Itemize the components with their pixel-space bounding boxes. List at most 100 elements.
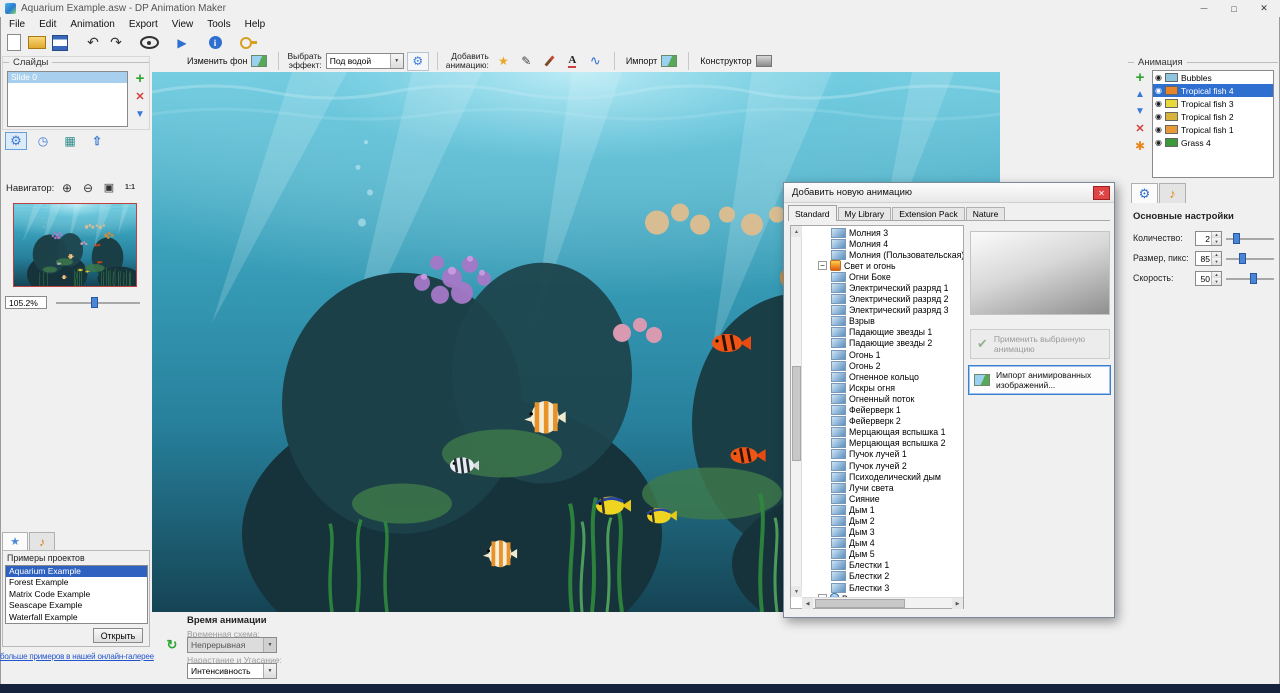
tree-item[interactable]: Дым 2 <box>802 515 963 526</box>
zoom-in-icon[interactable] <box>58 180 76 195</box>
tree-item[interactable]: Свет и огонь <box>802 260 963 271</box>
wave-icon[interactable] <box>585 52 606 71</box>
animation-layer[interactable]: Tropical fish 2 <box>1153 110 1273 123</box>
tree-item[interactable]: Огненное кольцо <box>802 371 963 382</box>
gap[interactable] <box>129 33 136 52</box>
effect-settings-button[interactable] <box>407 52 429 71</box>
delete-slide-icon[interactable] <box>132 89 148 104</box>
examples-tab[interactable] <box>2 532 28 550</box>
add-animation-icon[interactable] <box>493 52 514 71</box>
effect-select[interactable]: Под водой <box>326 53 404 69</box>
dialog-tab[interactable]: Standard <box>788 205 837 221</box>
change-background-button[interactable]: Изменить фон <box>184 54 270 68</box>
tree-item[interactable]: Электрический разряд 2 <box>802 294 963 305</box>
setting-slider-handle[interactable] <box>1250 273 1257 284</box>
open-example-button[interactable]: Открыть <box>93 628 143 643</box>
horizontal-scroll-thumb[interactable] <box>815 599 905 608</box>
menu-item[interactable]: File <box>2 19 32 30</box>
tree-item[interactable]: Молния 3 <box>802 227 963 238</box>
tree-item[interactable]: Дым 1 <box>802 504 963 515</box>
setting-slider-handle[interactable] <box>1233 233 1240 244</box>
tree-item[interactable]: Огни Боке <box>802 271 963 282</box>
menu-item[interactable]: Help <box>238 19 273 30</box>
zoom-slider-handle[interactable] <box>91 297 98 308</box>
example-item[interactable]: Aquarium Example <box>6 566 147 577</box>
gap[interactable] <box>73 33 80 52</box>
setting-spinner[interactable]: 85 <box>1195 251 1222 266</box>
tree-item[interactable]: Огненный поток <box>802 393 963 404</box>
add-slide-icon[interactable] <box>132 71 148 86</box>
delete-layer-icon[interactable] <box>1132 121 1148 136</box>
visibility-eye-icon[interactable] <box>1155 126 1162 134</box>
setting-slider-handle[interactable] <box>1239 253 1246 264</box>
setting-slider[interactable] <box>1226 252 1274 265</box>
chevron-down-icon[interactable] <box>390 54 403 68</box>
tree-item[interactable]: Сияние <box>802 493 963 504</box>
tree-vertical-scrollbar[interactable] <box>791 226 802 597</box>
slide-item[interactable]: Slide 0 <box>8 72 127 83</box>
visibility-eye-icon[interactable] <box>1155 113 1162 121</box>
scroll-down-icon[interactable] <box>791 586 802 597</box>
tree-item[interactable]: Дым 4 <box>802 538 963 549</box>
zoom-slider[interactable] <box>56 296 140 309</box>
fade-select[interactable]: Интенсивность <box>187 663 277 679</box>
menu-item[interactable]: Export <box>122 19 165 30</box>
visibility-eye-icon[interactable] <box>1155 139 1162 147</box>
close-button[interactable] <box>1249 0 1279 17</box>
add-animation-layer-icon[interactable] <box>1132 70 1148 85</box>
layer-effects-icon[interactable] <box>1132 138 1148 153</box>
vertical-scroll-thumb[interactable] <box>792 366 801 461</box>
music-tab[interactable] <box>29 532 55 550</box>
menu-item[interactable]: Edit <box>32 19 63 30</box>
import-animated-images-button[interactable]: Импорт анимированных изображений... <box>968 365 1111 395</box>
undo-icon[interactable] <box>83 33 103 52</box>
publish-icon[interactable] <box>86 132 108 150</box>
setting-slider[interactable] <box>1226 232 1274 245</box>
pencil-icon[interactable] <box>516 52 537 71</box>
spin-down-icon[interactable] <box>1212 238 1221 245</box>
tree-horizontal-scrollbar[interactable] <box>802 597 963 608</box>
move-layer-up-icon[interactable] <box>1132 87 1148 102</box>
animation-layer[interactable]: Tropical fish 4 <box>1153 84 1273 97</box>
tree-item[interactable]: Блестки 1 <box>802 560 963 571</box>
new-file-icon[interactable] <box>4 33 24 52</box>
tree-item[interactable]: Блестки 2 <box>802 571 963 582</box>
tree-item[interactable]: Падающие звезды 2 <box>802 338 963 349</box>
navigator-thumbnail[interactable] <box>13 203 137 287</box>
scroll-right-icon[interactable] <box>952 598 963 609</box>
tree-item[interactable]: Искры огня <box>802 382 963 393</box>
dialog-close-button[interactable] <box>1093 186 1110 200</box>
tree-item[interactable]: Огонь 1 <box>802 349 963 360</box>
brush-icon[interactable] <box>539 52 560 71</box>
anim-sound-tab[interactable] <box>1159 183 1186 203</box>
animation-layer[interactable]: Bubbles <box>1153 71 1273 84</box>
setting-spinner[interactable]: 50 <box>1195 271 1222 286</box>
menu-item[interactable]: Animation <box>63 19 121 30</box>
animation-layers-list[interactable]: Bubbles Tropical fish 4 Tropical fish 3 … <box>1152 70 1274 178</box>
title-bar[interactable]: Aquarium Example.asw - DP Animation Make… <box>0 0 1280 17</box>
tree-item[interactable]: Молния 4 <box>802 238 963 249</box>
dialog-title-bar[interactable]: Добавить новую анимацию <box>784 183 1114 203</box>
chevron-down-icon[interactable] <box>263 664 276 678</box>
tree-item[interactable]: Пучок лучей 2 <box>802 460 963 471</box>
tree-item[interactable]: Электрический разряд 1 <box>802 282 963 293</box>
constructor-button[interactable]: Конструктор <box>697 54 774 68</box>
spin-down-icon[interactable] <box>1212 258 1221 265</box>
example-item[interactable]: Forest Example <box>6 577 147 588</box>
visibility-eye-icon[interactable] <box>1155 87 1162 95</box>
tree-item[interactable]: Дым 3 <box>802 527 963 538</box>
online-gallery-link[interactable]: больше примеров в нашей онлайн-галерее <box>0 652 152 661</box>
minimize-button[interactable] <box>1189 0 1219 17</box>
tree-item[interactable]: Психоделический дым <box>802 471 963 482</box>
examples-list[interactable]: Aquarium ExampleForest ExampleMatrix Cod… <box>5 565 148 624</box>
time-settings-icon[interactable] <box>32 132 54 150</box>
open-file-icon[interactable] <box>27 33 47 52</box>
scroll-up-icon[interactable] <box>791 226 802 237</box>
example-item[interactable]: Waterfall Example <box>6 612 147 623</box>
tree-item[interactable]: Мерцающая вспышка 1 <box>802 427 963 438</box>
dialog-tab[interactable]: Nature <box>966 207 1006 220</box>
tree-item[interactable]: Взрыв <box>802 316 963 327</box>
move-slide-down-icon[interactable] <box>132 107 148 122</box>
setting-spinner[interactable]: 2 <box>1195 231 1222 246</box>
visibility-eye-icon[interactable] <box>1155 100 1162 108</box>
